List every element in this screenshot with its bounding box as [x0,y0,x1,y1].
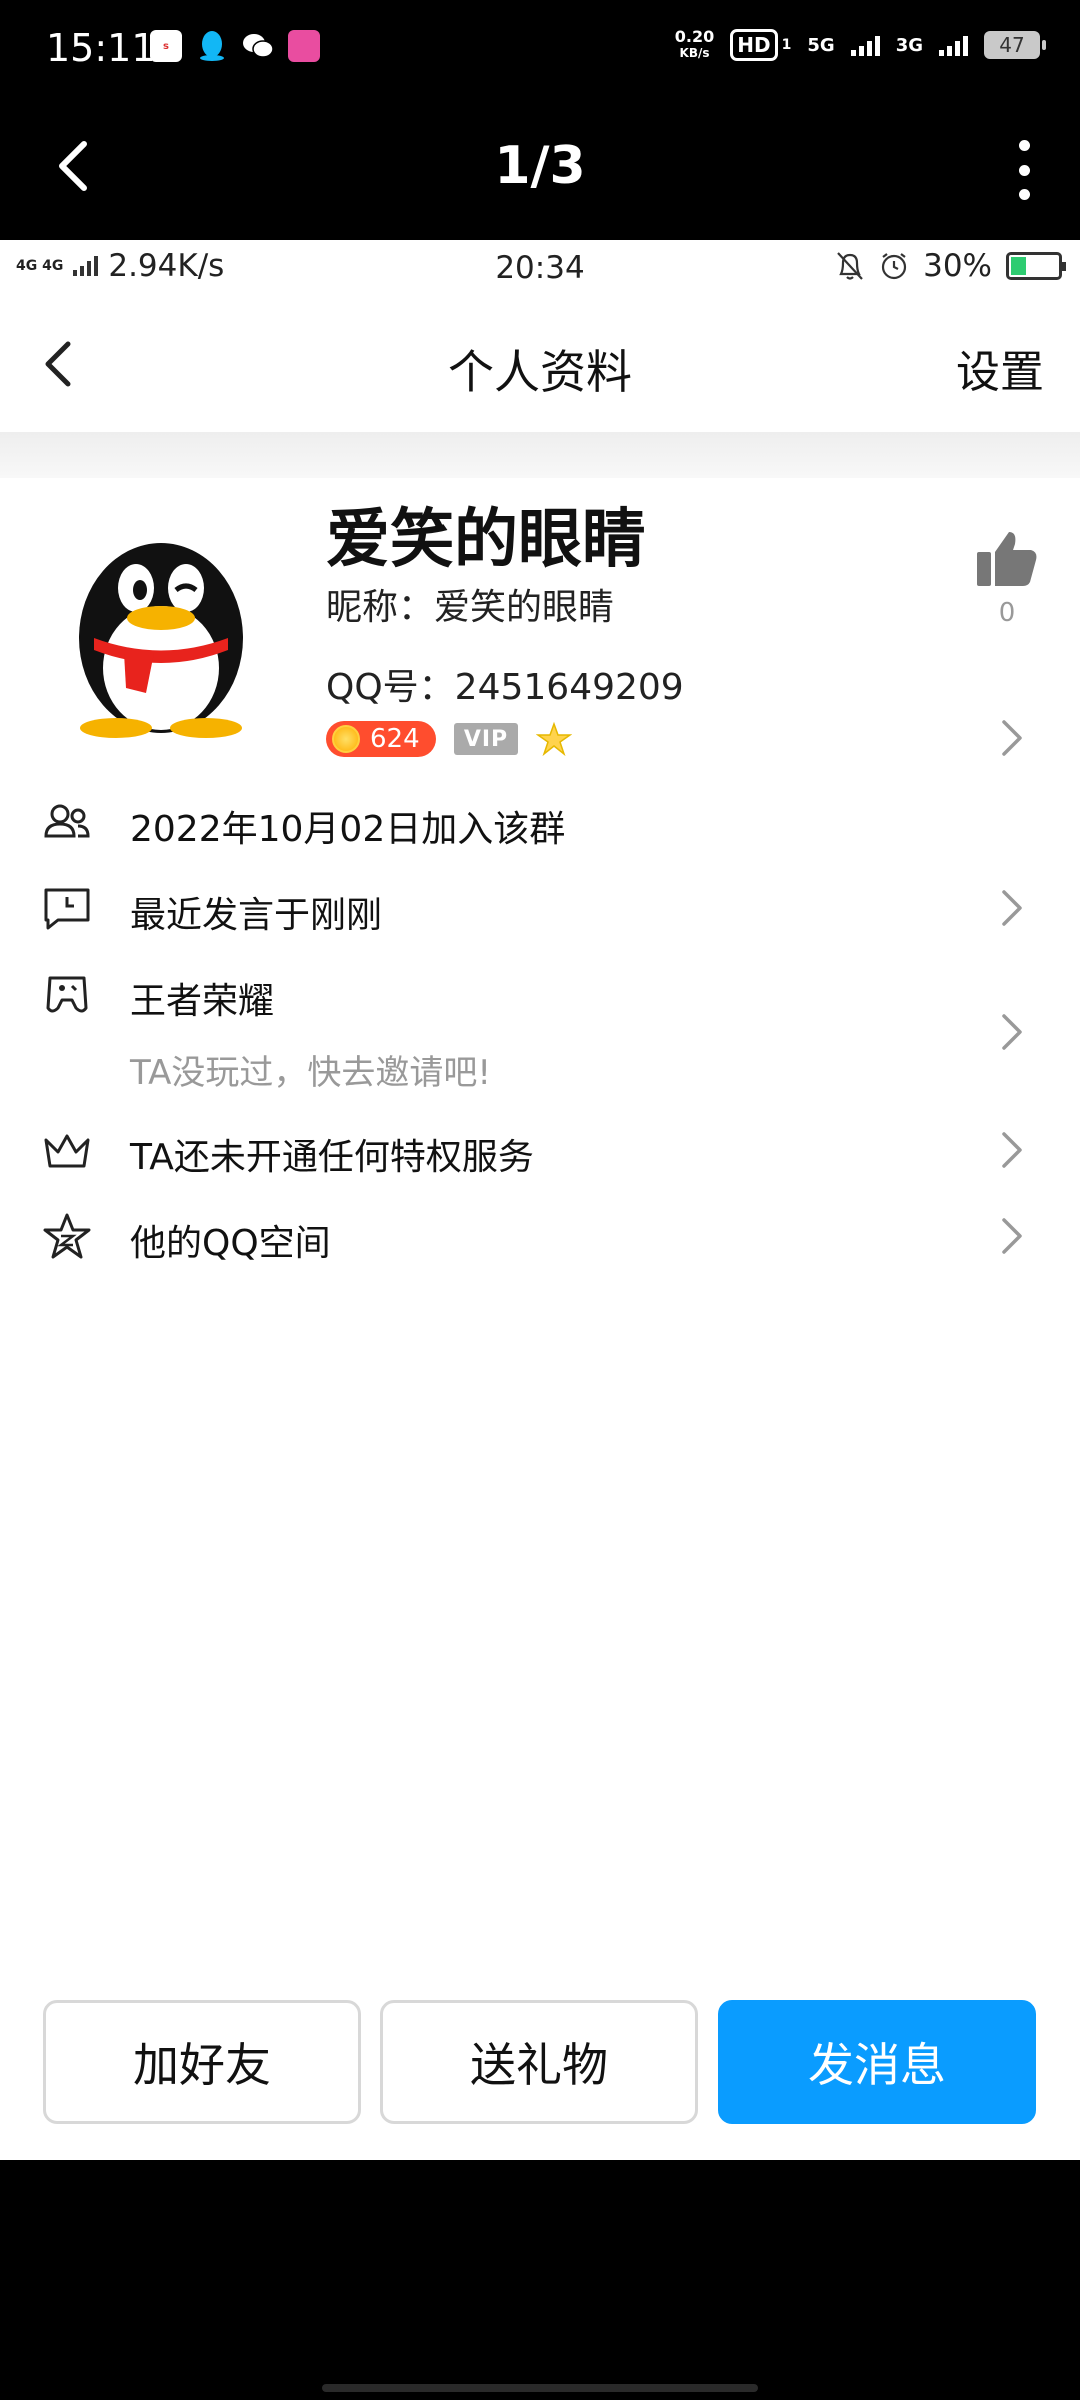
chevron-right-icon [1002,1132,1022,1168]
list-item-subtitle: TA没玩过，快去邀请吧! [130,1053,492,1093]
profile-nickname: 昵称：爱笑的眼睛 [326,587,615,628]
send-gift-button[interactable]: 送礼物 [380,2000,698,2124]
coin-icon [332,725,360,753]
send-message-button[interactable]: 发消息 [718,2000,1036,2124]
list-item-privileges[interactable]: TA还未开通任何特权服务 [0,1106,1080,1192]
sina-app-icon: s [150,30,182,62]
hd-sub: 1 [781,37,792,53]
list-item-label: 最近发言于刚刚 [130,895,383,936]
shopping-app-icon [288,30,320,62]
inner-battery-icon [1006,252,1066,280]
level-coin-badge: 624 [326,721,436,757]
profile-detail-arrow[interactable] [1000,718,1024,762]
hd-badge: HD [730,29,778,61]
list-item-label: 王者荣耀 [130,981,275,1022]
list-item-join-date: 2022年10月02日加入该群 [0,778,1080,864]
list-item-label: TA还未开通任何特权服务 [130,1137,534,1178]
gamepad-icon [46,976,88,1013]
outer-status-right: 0.20 KB/s HD 1 5G 3G 47 [675,28,1046,62]
home-indicator[interactable] [322,2384,758,2392]
page-title: 个人资料 [448,345,632,399]
badge-row: 624 VIP [326,721,572,757]
penguin-avatar-icon [79,543,243,738]
signal-3g-icon [939,34,968,56]
notification-icons: s [150,30,320,62]
qq-app-icon [196,30,228,62]
chevron-right-icon [1002,720,1022,756]
list-item-game[interactable]: 王者荣耀 TA没玩过，快去邀请吧! [0,950,1080,1106]
image-viewer-header: 1/3 [0,100,1080,240]
group-members-icon [44,804,90,838]
signal-5g-label: 5G [807,34,835,56]
dot-icon [1018,164,1030,176]
list-item-label: 2022年10月02日加入该群 [130,809,566,850]
avatar[interactable] [66,528,256,738]
outer-battery-icon: 47 [984,31,1046,59]
wechat-app-icon [242,30,274,62]
section-divider [0,432,1080,478]
image-counter: 1/3 [494,136,586,196]
net-speed-unit: KB/s [679,46,710,60]
dot-icon [1018,140,1030,151]
dot-icon [1018,189,1030,200]
screenshot-image: 4G 4G 2.94K/s 20:34 30% 个人资料 设置 爱笑的眼睛 昵称… [0,240,1080,2160]
qq-number: QQ号：2451649209 [326,667,684,708]
net-speed-value: 0.20 [674,27,715,46]
action-bar: 加好友 送礼物 发消息 [0,2000,1080,2124]
coin-count: 624 [370,724,420,754]
list-item-arrow [1000,1130,1024,1174]
signal-5g-icon [850,34,880,56]
alarm-clock-icon [881,253,907,280]
profile-info-list: 2022年10月02日加入该群 最近发言于刚刚 王者荣耀 TA没玩过，快去邀请吧… [0,778,1080,1278]
signal-3g-label: 3G [895,34,923,56]
add-friend-button[interactable]: 加好友 [43,2000,361,2124]
chevron-right-icon [1002,1014,1022,1050]
crown-icon [44,1134,90,1168]
outer-battery-level: 47 [999,33,1025,57]
qzone-star-icon [43,1213,91,1259]
net-speed: 0.20 KB/s [675,28,714,62]
more-menu-button[interactable] [1014,140,1034,200]
like-button[interactable]: 0 [970,528,1044,628]
list-item-arrow [1000,1012,1024,1056]
settings-button[interactable]: 设置 [956,336,1044,400]
like-count: 0 [998,598,1016,628]
profile-card[interactable]: 爱笑的眼睛 昵称：爱笑的眼睛 QQ号：2451649209 624 VIP 0 [0,478,1080,778]
chevron-right-icon [1002,1218,1022,1254]
list-item-last-message[interactable]: 最近发言于刚刚 [0,864,1080,950]
message-clock-icon [44,888,90,930]
outer-clock: 15:11 [46,26,156,70]
list-item-arrow [1000,888,1024,932]
vip-badge: VIP [454,723,518,755]
profile-title-bar: 个人资料 设置 [0,296,1080,432]
list-item-label: 他的QQ空间 [130,1223,331,1264]
outer-status-bar: 15:11 s 0.20 KB/s HD 1 5G 3G 47 [0,0,1080,100]
thumbs-up-icon [977,532,1037,586]
star-icon [536,721,572,757]
bell-muted-icon [837,252,863,280]
inner-status-right: 30% [835,248,1066,284]
profile-name: 爱笑的眼睛 [326,503,646,577]
inner-battery-percent: 30% [923,248,992,284]
list-item-qzone[interactable]: 他的QQ空间 [0,1192,1080,1278]
list-item-arrow [1000,1216,1024,1260]
inner-status-bar: 4G 4G 2.94K/s 20:34 30% [0,240,1080,296]
chevron-right-icon [1002,890,1022,926]
